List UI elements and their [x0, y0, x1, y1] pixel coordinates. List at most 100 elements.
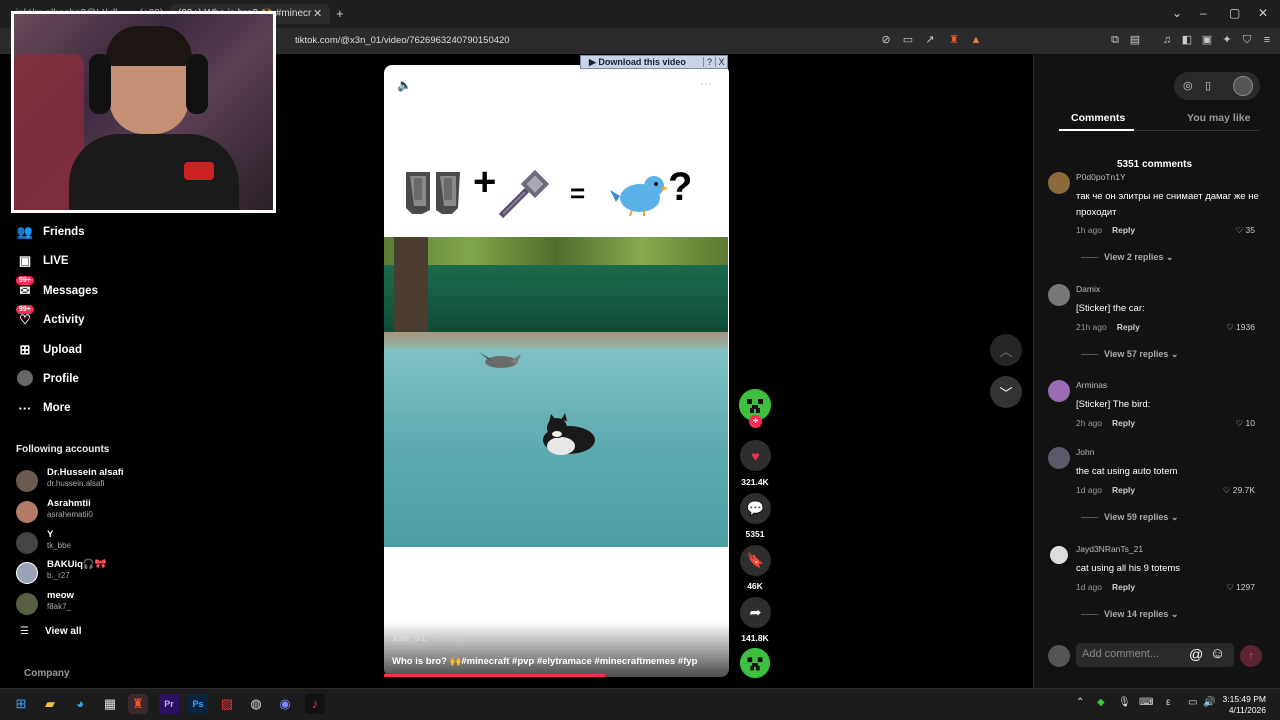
download-video-bar[interactable]: ▶ Download this video ? X — [580, 55, 728, 69]
comment-like[interactable]: ♡ 35 — [1236, 225, 1255, 236]
sound-disc-icon[interactable] — [740, 648, 770, 678]
profile-icon — [16, 369, 34, 389]
obs-icon[interactable]: ◍ — [246, 694, 266, 714]
tab-search-icon[interactable]: ⌄ — [1172, 6, 1182, 20]
close-tab-icon[interactable]: ✕ — [313, 7, 322, 20]
nav-item-messages[interactable]: ✉ 99+ Messages — [16, 276, 98, 301]
reply-button[interactable]: Reply — [1112, 485, 1135, 495]
brave-shield-icon[interactable]: ♜ — [947, 33, 961, 47]
language-indicator[interactable]: ε — [1166, 697, 1170, 708]
comment-like[interactable]: ♡ 29.7K — [1223, 485, 1255, 496]
brave-icon[interactable]: ♜ — [128, 694, 148, 714]
cast-icon[interactable]: ▭ — [901, 33, 915, 47]
like-button[interactable]: ♥ — [740, 440, 771, 471]
brave-rewards-icon[interactable]: ▲ — [969, 33, 983, 47]
clock-time[interactable]: 3:15:49 PM — [1216, 694, 1266, 704]
minimize-button[interactable]: – — [1200, 6, 1207, 20]
video-progress-bar[interactable] — [384, 674, 605, 677]
tray-app-icon[interactable]: ◆ — [1097, 697, 1105, 708]
emoji-icon[interactable]: ☺ — [1210, 645, 1225, 662]
sidebar-icon[interactable]: ◧ — [1180, 33, 1194, 47]
tab-comments[interactable]: Comments — [1071, 112, 1125, 124]
store-icon[interactable]: ▦ — [100, 694, 120, 714]
reply-button[interactable]: Reply — [1112, 418, 1135, 428]
view-replies-button[interactable]: View 57 replies ⌄ — [1081, 349, 1178, 360]
reply-button[interactable]: Reply — [1117, 322, 1140, 332]
nav-item-live[interactable]: ▣ LIVE — [16, 251, 69, 271]
comment-button[interactable]: 💬 — [740, 493, 771, 524]
heart-outline-icon: ♡ — [1226, 322, 1234, 332]
heart-outline-icon: ♡ — [1235, 225, 1244, 235]
menu-icon[interactable]: ≡ — [1260, 33, 1274, 47]
nav-item-activity[interactable]: ♡ 99+ Activity — [16, 305, 85, 330]
avatar[interactable] — [1048, 284, 1070, 306]
video-frame — [384, 237, 728, 547]
nav-item-more[interactable]: ··· More — [16, 398, 71, 418]
keyboard-icon[interactable]: ⌨ — [1139, 697, 1153, 708]
next-video-button[interactable]: ﹀ — [990, 376, 1022, 408]
photoshop-icon[interactable]: Ps — [188, 694, 208, 714]
download-help-button[interactable]: ? — [703, 57, 715, 67]
download-close-button[interactable]: X — [715, 57, 727, 67]
volume-icon[interactable]: 🔈 — [397, 78, 412, 92]
windows-start-icon[interactable]: ⊞ — [11, 694, 31, 714]
compass-icon[interactable]: ◎ — [1183, 79, 1193, 92]
post-comment-button[interactable]: ↑ — [1240, 645, 1262, 667]
phone-icon[interactable]: ▯ — [1205, 79, 1211, 92]
premiere-icon[interactable]: Pr — [159, 694, 179, 714]
wallet-icon[interactable]: ▣ — [1200, 33, 1214, 47]
tray-chevron-icon[interactable]: ⌃ — [1076, 697, 1084, 708]
nav-item-profile[interactable]: Profile — [16, 369, 79, 389]
mention-icon[interactable]: @ — [1189, 646, 1203, 662]
mic-icon[interactable]: 🎙 — [1118, 697, 1131, 708]
tab-you-may-like[interactable]: You may like — [1187, 112, 1250, 124]
company-link[interactable]: Company — [24, 668, 70, 679]
download-video-button[interactable]: ▶ Download this video — [581, 57, 703, 68]
url-field[interactable]: tiktok.com/@x3n_01/video/762696324079015… — [295, 35, 510, 46]
maximize-button[interactable]: ▢ — [1229, 6, 1240, 20]
view-all-link[interactable]: View all — [45, 626, 82, 637]
reply-button[interactable]: Reply — [1112, 582, 1135, 592]
user-avatar[interactable] — [1233, 76, 1253, 96]
share-button[interactable]: ➦ — [740, 597, 771, 628]
comment-like[interactable]: ♡ 1936 — [1226, 322, 1255, 333]
reply-button[interactable]: Reply — [1112, 225, 1135, 235]
leo-icon[interactable]: ✦ — [1220, 33, 1234, 47]
chevron-up-icon: ︿ — [999, 343, 1013, 359]
discord-icon[interactable]: ◉ — [275, 694, 295, 714]
media-icon[interactable]: ♫ — [1160, 33, 1174, 47]
view-replies-button[interactable]: View 14 replies ⌄ — [1081, 609, 1178, 620]
edge-icon[interactable]: ◕ — [70, 694, 90, 714]
clock-date[interactable]: 4/11/2026 — [1216, 705, 1266, 715]
messages-badge: 99+ — [16, 276, 34, 285]
previous-video-button[interactable]: ︿ — [990, 334, 1022, 366]
close-window-button[interactable]: ✕ — [1258, 6, 1268, 20]
volume-tray-icon[interactable]: 🔊 — [1203, 697, 1215, 708]
share-icon[interactable]: ↗ — [923, 33, 937, 47]
vpn-icon[interactable]: ⛉ — [1240, 33, 1254, 47]
save-button[interactable]: 🔖 — [740, 545, 771, 576]
upload-icon: ⊞ — [19, 342, 31, 357]
more-options-button[interactable]: ··· — [700, 76, 712, 90]
app-icon[interactable]: ▨ — [217, 694, 237, 714]
no-translate-icon[interactable]: ⊘ — [879, 33, 893, 47]
nav-item-friends[interactable]: 👥 Friends — [16, 222, 85, 242]
avatar[interactable] — [1048, 544, 1070, 566]
video-author[interactable]: x3n_01 · 1d ago — [392, 633, 465, 644]
avatar[interactable] — [1048, 380, 1070, 402]
file-explorer-icon[interactable]: ▰ — [40, 694, 60, 714]
add-comment-placeholder[interactable]: Add comment... — [1082, 648, 1159, 660]
network-icon[interactable]: ▭ — [1188, 697, 1197, 708]
view-replies-button[interactable]: View 2 replies ⌄ — [1081, 252, 1173, 263]
comment-like[interactable]: ♡ 10 — [1236, 418, 1255, 429]
avatar[interactable] — [1048, 172, 1070, 194]
comment-like[interactable]: ♡ 1297 — [1226, 582, 1255, 593]
extensions-icon[interactable]: ⧉ — [1108, 33, 1122, 47]
follow-plus-button[interactable]: + — [749, 415, 762, 428]
tiktok-icon[interactable]: ♪ — [305, 694, 325, 714]
avatar[interactable] — [1048, 447, 1070, 469]
new-tab-button[interactable]: + — [336, 6, 344, 21]
view-replies-button[interactable]: View 59 replies ⌄ — [1081, 512, 1178, 523]
nav-item-upload[interactable]: ⊞ Upload — [16, 340, 82, 360]
reading-list-icon[interactable]: ▤ — [1128, 33, 1142, 47]
